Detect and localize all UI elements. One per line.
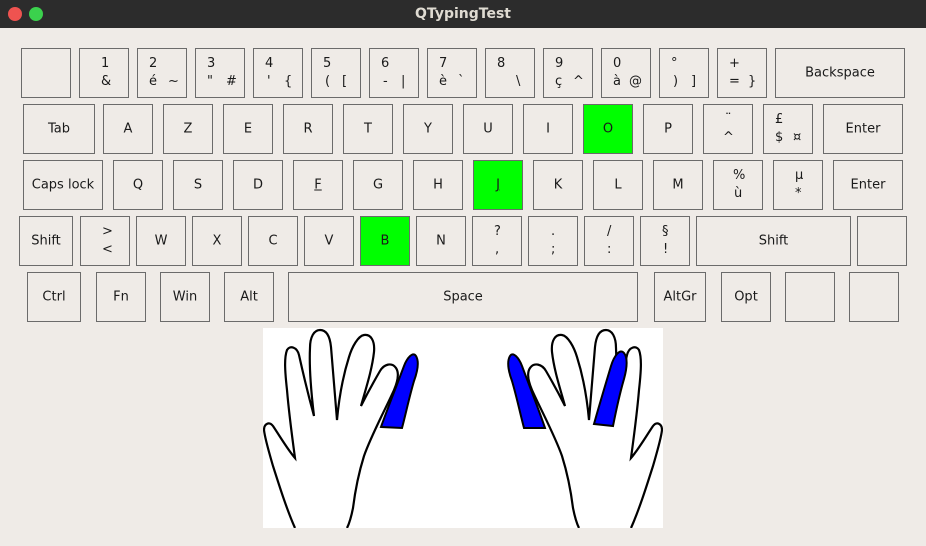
key-fn[interactable]: Fn bbox=[96, 272, 146, 322]
key-k[interactable]: K bbox=[533, 160, 583, 210]
key-backspace[interactable]: Backspace bbox=[775, 48, 905, 98]
key-question[interactable]: ? , bbox=[472, 216, 522, 266]
key-5[interactable]: 5 ([ bbox=[311, 48, 361, 98]
key-shift-right[interactable]: Shift bbox=[696, 216, 851, 266]
key-slash[interactable]: / : bbox=[584, 216, 634, 266]
right-hand-outline bbox=[526, 328, 664, 529]
key-b-highlighted[interactable]: B bbox=[360, 216, 410, 266]
key-section[interactable]: § ! bbox=[640, 216, 690, 266]
key-v[interactable]: V bbox=[304, 216, 354, 266]
key-p[interactable]: P bbox=[643, 104, 693, 154]
title-bar: QTypingTest bbox=[0, 0, 926, 28]
key-l[interactable]: L bbox=[593, 160, 643, 210]
key-0[interactable]: 0 à @ bbox=[601, 48, 651, 98]
key-pound[interactable]: £ $ ¤ bbox=[763, 104, 813, 154]
right-middle-finger-highlight bbox=[592, 350, 628, 428]
key-blank-row4[interactable] bbox=[857, 216, 907, 266]
key-u[interactable]: U bbox=[463, 104, 513, 154]
key-enter-lower[interactable]: Enter bbox=[833, 160, 903, 210]
key-4[interactable]: 4 '{ bbox=[253, 48, 303, 98]
key-altgr[interactable]: AltGr bbox=[654, 272, 706, 322]
key-blank-row5-2[interactable] bbox=[849, 272, 899, 322]
key-z[interactable]: Z bbox=[163, 104, 213, 154]
key-w[interactable]: W bbox=[136, 216, 186, 266]
hands-illustration bbox=[262, 328, 664, 529]
key-m[interactable]: M bbox=[653, 160, 703, 210]
key-tab[interactable]: Tab bbox=[23, 104, 95, 154]
key-win[interactable]: Win bbox=[160, 272, 210, 322]
key-o-highlighted[interactable]: O bbox=[583, 104, 633, 154]
key-d[interactable]: D bbox=[233, 160, 283, 210]
window-title: QTypingTest bbox=[415, 6, 511, 22]
key-enter-upper[interactable]: Enter bbox=[823, 104, 903, 154]
key-percent[interactable]: % ù bbox=[713, 160, 763, 210]
left-hand-outline bbox=[262, 328, 400, 529]
key-8[interactable]: 8 \ bbox=[485, 48, 535, 98]
key-x[interactable]: X bbox=[192, 216, 242, 266]
key-blank-row1[interactable] bbox=[21, 48, 71, 98]
key-3[interactable]: 3 " # bbox=[195, 48, 245, 98]
key-i[interactable]: I bbox=[523, 104, 573, 154]
key-degree[interactable]: ° )] bbox=[659, 48, 709, 98]
key-j-highlighted[interactable]: J bbox=[473, 160, 523, 210]
key-plus[interactable]: + =} bbox=[717, 48, 767, 98]
key-7[interactable]: 7 è ` bbox=[427, 48, 477, 98]
hands-svg bbox=[262, 328, 664, 529]
key-f[interactable]: F bbox=[293, 160, 343, 210]
key-ctrl[interactable]: Ctrl bbox=[27, 272, 81, 322]
key-e[interactable]: E bbox=[223, 104, 273, 154]
key-g[interactable]: G bbox=[353, 160, 403, 210]
key-s[interactable]: S bbox=[173, 160, 223, 210]
key-micro[interactable]: µ * bbox=[773, 160, 823, 210]
key-period[interactable]: . ; bbox=[528, 216, 578, 266]
key-t[interactable]: T bbox=[343, 104, 393, 154]
key-c[interactable]: C bbox=[248, 216, 298, 266]
key-q[interactable]: Q bbox=[113, 160, 163, 210]
key-angle-brackets[interactable]: > < bbox=[80, 216, 130, 266]
key-diaeresis[interactable]: ¨ ^ bbox=[703, 104, 753, 154]
key-y[interactable]: Y bbox=[403, 104, 453, 154]
key-opt[interactable]: Opt bbox=[721, 272, 771, 322]
key-a[interactable]: A bbox=[103, 104, 153, 154]
key-9[interactable]: 9 ç ^ bbox=[543, 48, 593, 98]
key-blank-row5-1[interactable] bbox=[785, 272, 835, 322]
key-6[interactable]: 6 - | bbox=[369, 48, 419, 98]
key-2[interactable]: 2 é ~ bbox=[137, 48, 187, 98]
key-n[interactable]: N bbox=[416, 216, 466, 266]
key-caps-lock[interactable]: Caps lock bbox=[23, 160, 103, 210]
key-h[interactable]: H bbox=[413, 160, 463, 210]
key-r[interactable]: R bbox=[283, 104, 333, 154]
key-shift-left[interactable]: Shift bbox=[19, 216, 73, 266]
key-space[interactable]: Space bbox=[288, 272, 638, 322]
key-alt[interactable]: Alt bbox=[224, 272, 274, 322]
key-1[interactable]: 1 & bbox=[79, 48, 129, 98]
